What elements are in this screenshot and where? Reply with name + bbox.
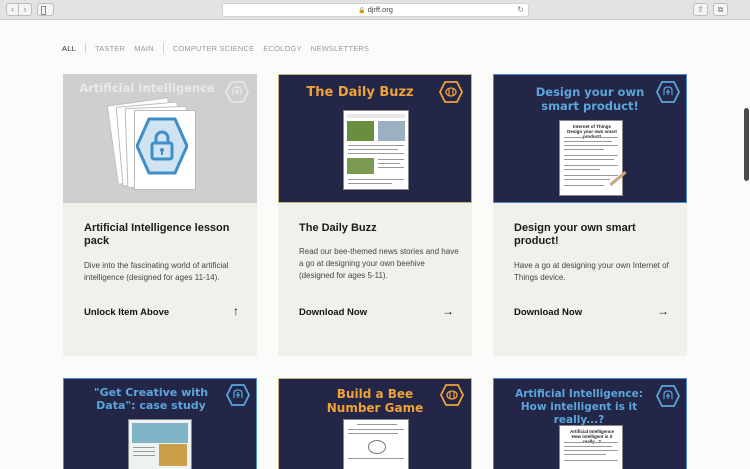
bee-hex-icon bbox=[439, 81, 463, 103]
card-title[interactable]: The Daily Buzz bbox=[299, 222, 459, 235]
resource-card[interactable]: "Get Creative with Data": case study bbox=[63, 378, 257, 469]
filter-computer-science[interactable]: COMPUTER SCIENCE bbox=[173, 44, 255, 53]
card-thumbnail[interactable]: Artificial Intelligence bbox=[63, 74, 257, 203]
filter-divider bbox=[84, 43, 86, 53]
card-thumbnail[interactable]: Design your own smart product! Internet … bbox=[493, 74, 687, 203]
resource-card[interactable]: Design your own smart product! Internet … bbox=[493, 74, 687, 356]
url-text: djrff.org bbox=[367, 5, 393, 14]
nav-buttons: ‹ › bbox=[6, 3, 32, 16]
card-title[interactable]: Artificial Intelligence lesson pack bbox=[84, 222, 244, 248]
worksheet-preview: Artificial Intelligence How intelligent i… bbox=[559, 425, 623, 469]
address-bar[interactable]: 🔒 djrff.org ↻ bbox=[222, 3, 529, 17]
card-thumbnail[interactable]: Artificial Intelligence: How intelligent… bbox=[493, 378, 687, 469]
bee-hex-icon bbox=[440, 384, 464, 406]
thumbnail-title: Artificial Intelligence bbox=[79, 81, 215, 95]
unlock-link[interactable]: Unlock Item Above bbox=[84, 307, 169, 318]
resource-card[interactable]: Artificial Intelligence Artificial Intel… bbox=[63, 74, 257, 356]
arrow-up-icon[interactable]: ↑ bbox=[233, 304, 239, 318]
iot-hex-icon bbox=[656, 81, 680, 103]
card-thumbnail[interactable]: Build a Bee Number Game bbox=[278, 378, 472, 469]
reload-button[interactable]: ↻ bbox=[517, 4, 524, 16]
thumbnail-title: "Get Creative with Data": case study bbox=[93, 386, 209, 412]
arrow-right-icon[interactable]: → bbox=[442, 304, 454, 318]
category-filter-nav: ALL TASTER MAIN COMPUTER SCIENCE ECOLOGY… bbox=[62, 43, 378, 53]
card-description: Read our bee-themed news stories and hav… bbox=[299, 247, 459, 280]
padlock-hex-icon bbox=[136, 117, 188, 175]
newsletter-preview bbox=[343, 110, 409, 190]
forward-button[interactable]: › bbox=[19, 3, 32, 16]
resource-card[interactable]: Build a Bee Number Game bbox=[278, 378, 472, 469]
thumbnail-title: Artificial Intelligence: How intelligent… bbox=[515, 388, 643, 426]
game-sheet-preview bbox=[343, 419, 409, 469]
filter-all[interactable]: ALL bbox=[62, 44, 76, 53]
tabs-overview-button[interactable]: ⧉ bbox=[713, 3, 728, 16]
thumbnail-title: Build a Bee Number Game bbox=[326, 387, 424, 415]
download-link[interactable]: Download Now bbox=[514, 307, 582, 318]
browser-toolbar: ‹ › 🔒 djrff.org ↻ ⇪ ⧉ bbox=[0, 0, 750, 20]
brain-hex-icon bbox=[225, 81, 249, 103]
worksheet-preview: Internet of Things Design your own smart … bbox=[559, 120, 627, 196]
sidebar-toggle-button[interactable] bbox=[37, 3, 54, 16]
filter-ecology[interactable]: ECOLOGY bbox=[263, 44, 302, 53]
card-description: Dive into the fascinating world of artif… bbox=[84, 261, 229, 282]
resource-card[interactable]: The Daily Buzz The Daily Buzz Read our b… bbox=[278, 74, 472, 356]
back-button[interactable]: ‹ bbox=[6, 3, 19, 16]
download-link[interactable]: Download Now bbox=[299, 307, 367, 318]
card-thumbnail[interactable]: The Daily Buzz bbox=[278, 74, 472, 203]
share-button[interactable]: ⇪ bbox=[693, 3, 708, 16]
brain-hex-icon bbox=[226, 384, 250, 406]
filter-taster[interactable]: TASTER bbox=[95, 44, 125, 53]
thumbnail-title: Design your own smart product! bbox=[535, 85, 645, 113]
thumbnail-title: The Daily Buzz bbox=[306, 85, 414, 100]
filter-divider bbox=[162, 43, 164, 53]
brain-hex-icon bbox=[656, 385, 680, 407]
arrow-right-icon[interactable]: → bbox=[657, 304, 669, 318]
card-thumbnail[interactable]: "Get Creative with Data": case study bbox=[63, 378, 257, 469]
scrollbar-thumb[interactable] bbox=[744, 108, 749, 181]
card-description: Have a go at designing your own Internet… bbox=[514, 261, 669, 282]
resource-card[interactable]: Artificial Intelligence: How intelligent… bbox=[493, 378, 687, 469]
filter-main[interactable]: MAIN bbox=[134, 44, 154, 53]
card-title[interactable]: Design your own smart product! bbox=[514, 222, 674, 248]
lock-icon: 🔒 bbox=[358, 8, 366, 14]
filter-newsletters[interactable]: NEWSLETTERS bbox=[311, 44, 369, 53]
case-study-preview bbox=[128, 419, 192, 469]
